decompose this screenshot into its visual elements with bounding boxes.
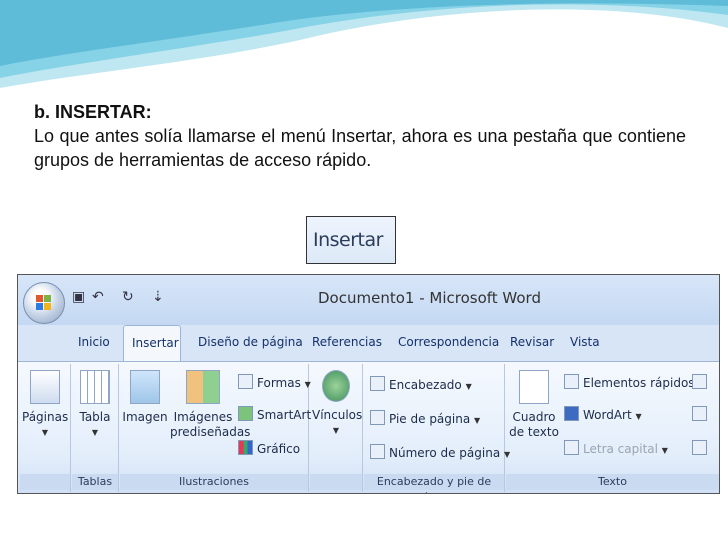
tab-referencias[interactable]: Referencias <box>312 335 382 349</box>
letra-capital-button[interactable]: Letra capital ▼ <box>564 440 668 456</box>
footer-icon <box>370 410 385 425</box>
group-encabezado-pie: Encabezado ▼ Pie de página ▼ Número de p… <box>364 364 510 493</box>
redo-icon[interactable]: ↻ <box>122 289 134 305</box>
date-time-button[interactable] <box>692 406 711 422</box>
paginas-button[interactable]: Páginas ▼ <box>22 370 68 440</box>
word-ribbon-screenshot: ▣ ↶ ↻ ⇣ Documento1 - Microsoft Word Inic… <box>17 274 720 494</box>
group-texto: Cuadro de texto Elementos rápidos ▼ Word… <box>506 364 719 492</box>
shapes-icon <box>238 374 253 389</box>
vinculos-button[interactable]: Vínculos ▼ <box>312 370 363 438</box>
smartart-label: SmartArt <box>257 408 312 422</box>
group-texto-label: Texto <box>506 474 719 490</box>
grafico-button[interactable]: Gráfico <box>238 440 300 456</box>
cuadro-label-line1: Cuadro <box>512 410 556 424</box>
tab-inicio[interactable]: Inicio <box>78 335 110 349</box>
window-title: Documento1 - Microsoft Word <box>318 289 541 307</box>
slide-text: b. INSERTAR: Lo que antes solía llamarse… <box>34 100 686 172</box>
imagenes-label-line2: prediseñadas <box>170 425 251 439</box>
chevron-down-icon: ▼ <box>332 426 340 435</box>
group-tablas: Tabla ▼ Tablas <box>72 364 119 492</box>
group-vinculos-label <box>310 474 362 490</box>
wordart-label: WordArt <box>583 408 632 422</box>
office-logo-icon <box>36 295 52 311</box>
imagenes-prediseñadas-button[interactable]: Imágenes prediseñadas <box>170 370 251 440</box>
clipart-icon <box>186 370 220 404</box>
signature-icon <box>692 374 707 389</box>
insertar-tab-image-label: Insertar <box>313 229 383 251</box>
wordart-button[interactable]: WordArt ▼ <box>564 406 642 422</box>
chart-icon <box>238 440 253 455</box>
calendar-icon <box>692 406 707 421</box>
tab-diseno-pagina[interactable]: Diseño de página <box>198 335 303 349</box>
table-icon <box>80 370 110 404</box>
formas-label: Formas <box>257 376 301 390</box>
quick-parts-icon <box>564 374 579 389</box>
grafico-label: Gráfico <box>257 442 301 456</box>
tab-revisar[interactable]: Revisar <box>510 335 554 349</box>
pages-icon <box>30 370 60 404</box>
paginas-label: Páginas <box>22 410 69 424</box>
group-ilustraciones-label: Ilustraciones <box>120 474 308 490</box>
object-button[interactable] <box>692 440 711 456</box>
customize-toolbar-icon[interactable]: ⇣ <box>152 289 164 305</box>
undo-icon[interactable]: ↶ <box>92 289 104 305</box>
group-ilustraciones: Imagen Imágenes prediseñadas Formas ▼ Sm… <box>120 364 311 492</box>
letra-capital-label: Letra capital <box>583 442 658 456</box>
page-number-icon <box>370 444 385 459</box>
save-icon[interactable]: ▣ <box>72 289 85 305</box>
tabla-label: Tabla <box>79 410 111 424</box>
pie-pagina-button[interactable]: Pie de página ▼ <box>370 410 480 426</box>
chevron-down-icon: ▼ <box>41 428 49 437</box>
tabla-button[interactable]: Tabla ▼ <box>74 370 116 440</box>
encabezado-button[interactable]: Encabezado ▼ <box>370 376 472 392</box>
drop-cap-icon <box>564 440 579 455</box>
encabezado-label: Encabezado <box>389 378 462 392</box>
smartart-button[interactable]: SmartArt <box>238 406 311 422</box>
wordart-icon <box>564 406 579 421</box>
tab-insertar[interactable]: Insertar <box>123 325 181 362</box>
group-paginas-label <box>20 474 70 490</box>
object-icon <box>692 440 707 455</box>
numero-pagina-button[interactable]: Número de página ▼ <box>370 444 510 460</box>
tab-insertar-label: Insertar <box>132 336 179 350</box>
picture-icon <box>130 370 160 404</box>
slide-heading: b. INSERTAR: <box>34 102 152 122</box>
header-icon <box>370 376 385 391</box>
tab-correspondencia[interactable]: Correspondencia <box>398 335 499 349</box>
office-button[interactable] <box>23 282 65 324</box>
group-paginas: Páginas ▼ <box>20 364 71 492</box>
ribbon-tabs: Inicio Insertar Diseño de página Referen… <box>18 325 719 362</box>
textbox-icon <box>519 370 549 404</box>
numero-pagina-label: Número de página <box>389 446 501 460</box>
pie-pagina-label: Pie de página <box>389 412 471 426</box>
group-tablas-label: Tablas <box>72 474 118 490</box>
globe-link-icon <box>322 370 350 402</box>
group-encabezado-label: Encabezado y pie de página <box>364 474 504 493</box>
header-wave-decoration <box>0 0 728 88</box>
formas-button[interactable]: Formas ▼ <box>238 374 311 390</box>
title-bar: ▣ ↶ ↻ ⇣ Documento1 - Microsoft Word <box>18 275 719 325</box>
imagen-label: Imagen <box>122 410 168 424</box>
elementos-rapidos-button[interactable]: Elementos rápidos ▼ <box>564 374 705 390</box>
group-vinculos: Vínculos ▼ <box>310 364 363 492</box>
smartart-icon <box>238 406 253 421</box>
elementos-label: Elementos rápidos <box>583 376 695 390</box>
imagen-button[interactable]: Imagen <box>122 370 168 425</box>
cuadro-label-line2: de texto <box>509 425 559 439</box>
imagenes-label-line1: Imágenes <box>173 410 233 424</box>
cuadro-texto-button[interactable]: Cuadro de texto <box>508 370 560 440</box>
insertar-tab-image: Insertar <box>306 216 396 264</box>
ribbon-insertar: Páginas ▼ Tabla ▼ Tablas Imagen Imágenes… <box>18 361 719 493</box>
tab-vista[interactable]: Vista <box>570 335 600 349</box>
slide-paragraph: Lo que antes solía llamarse el menú Inse… <box>34 126 686 170</box>
vinculos-label: Vínculos <box>312 408 363 422</box>
chevron-down-icon: ▼ <box>91 428 99 437</box>
signature-line-button[interactable] <box>692 374 711 390</box>
